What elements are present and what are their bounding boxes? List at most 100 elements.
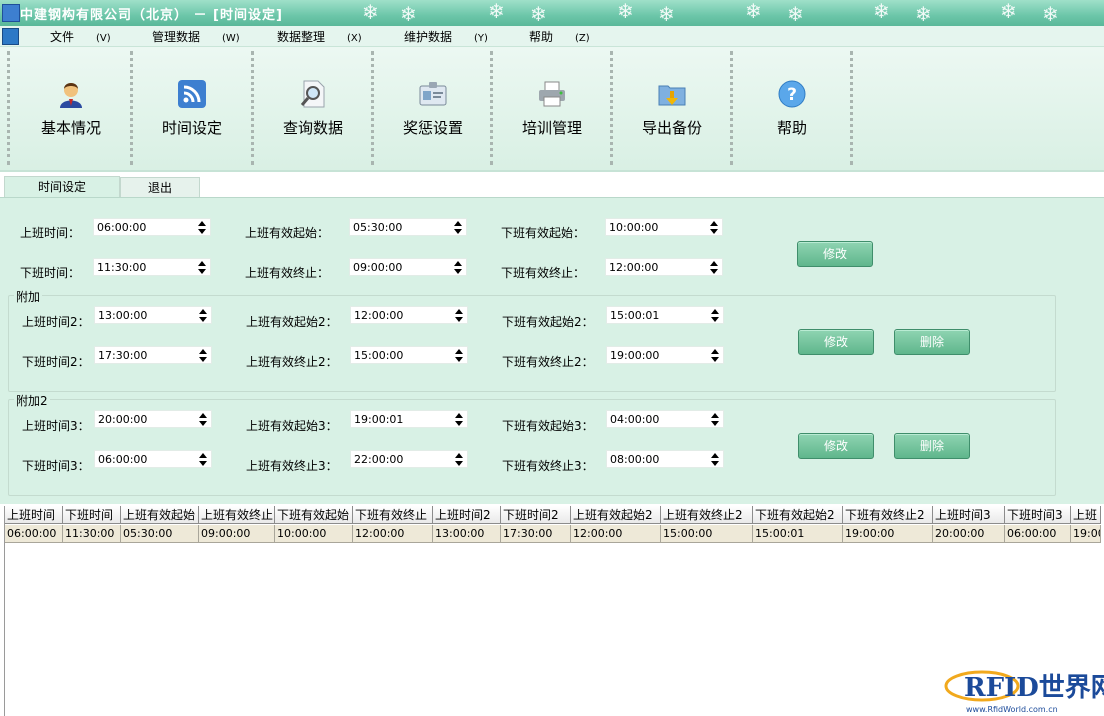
off-valid-end-3-spinner[interactable]: 08:00:00 — [606, 450, 724, 468]
spinner-arrows-icon[interactable] — [198, 260, 206, 275]
grid-cell[interactable]: 05:30:00 — [121, 525, 199, 543]
grid-cell[interactable]: 15:00:00 — [661, 525, 753, 543]
grid-cell[interactable]: 11:30:00 — [63, 525, 121, 543]
grid-cell[interactable]: 12:00:00 — [353, 525, 433, 543]
grid-column-header[interactable]: 上班 — [1071, 506, 1101, 524]
grid-column-header[interactable]: 上班有效起始2 — [571, 506, 661, 524]
grid-cell[interactable]: 13:00:00 — [433, 525, 501, 543]
spinner-arrows-icon[interactable] — [454, 260, 462, 275]
grid-cell[interactable]: 06:00:00 — [5, 525, 63, 543]
title-bar[interactable]: 中建钢构有限公司（北京） － [时间设定] ❄ ❄ ❄ ❄ ❄ ❄ ❄ ❄ ❄ … — [0, 0, 1104, 26]
spinner-arrows-icon[interactable] — [710, 220, 718, 235]
time-data-grid[interactable]: 上班时间 下班时间 上班有效起始 上班有效终止 下班有效起始 下班有效终止 上班时间2 下班时… — [4, 506, 1104, 716]
grid-column-header[interactable]: 下班有效终止 — [353, 506, 433, 524]
grid-cell[interactable]: 10:00:00 — [275, 525, 353, 543]
grid-column-header[interactable]: 上班时间2 — [433, 506, 501, 524]
on-time-spinner[interactable]: 06:00:00 — [93, 218, 211, 236]
spinner-arrows-icon[interactable] — [199, 308, 207, 323]
spinner-arrows-icon[interactable] — [455, 452, 463, 467]
grid-column-header[interactable]: 上班时间3 — [933, 506, 1005, 524]
menu-maintain-data[interactable]: 维护数据 (Y) — [404, 28, 488, 44]
off-valid-end-2-spinner[interactable]: 19:00:00 — [606, 346, 724, 364]
grid-column-header[interactable]: 下班时间2 — [501, 506, 571, 524]
grid-column-header[interactable]: 上班有效终止2 — [661, 506, 753, 524]
spinner-arrows-icon[interactable] — [711, 308, 719, 323]
toolbar-button-reward-setting[interactable]: 奖惩设置 — [374, 47, 492, 167]
off-time-3-spinner[interactable]: 06:00:00 — [94, 450, 212, 468]
tab-exit[interactable]: 退出 — [120, 177, 200, 198]
spinner-arrows-icon[interactable] — [198, 220, 206, 235]
toolbar-button-help[interactable]: ? 帮助 — [733, 47, 851, 167]
label-off-valid-start: 下班有效起始： — [501, 226, 586, 240]
grid-cell[interactable]: 19:00 — [1071, 525, 1101, 543]
folder-download-icon — [658, 85, 686, 106]
delete-button-2[interactable]: 删除 — [894, 329, 970, 355]
grid-column-header[interactable]: 下班有效终止2 — [843, 506, 933, 524]
toolbar-separator — [850, 51, 853, 165]
on-time-3-spinner[interactable]: 20:00:00 — [94, 410, 212, 428]
on-valid-end-2-spinner[interactable]: 15:00:00 — [350, 346, 468, 364]
grid-cell[interactable]: 09:00:00 — [199, 525, 275, 543]
on-valid-start-spinner[interactable]: 05:30:00 — [349, 218, 467, 236]
spinner-arrows-icon[interactable] — [199, 452, 207, 467]
grid-column-header[interactable]: 下班时间 — [63, 506, 121, 524]
spinner-arrows-icon[interactable] — [199, 348, 207, 363]
on-time-2-spinner[interactable]: 13:00:00 — [94, 306, 212, 324]
off-valid-end-spinner[interactable]: 12:00:00 — [605, 258, 723, 276]
group-extra-title: 附加 — [14, 288, 43, 305]
grid-column-header[interactable]: 上班时间 — [5, 506, 63, 524]
spinner-arrows-icon[interactable] — [455, 412, 463, 427]
modify-button[interactable]: 修改 — [797, 241, 873, 267]
on-valid-end-spinner[interactable]: 09:00:00 — [349, 258, 467, 276]
off-valid-start-spinner[interactable]: 10:00:00 — [605, 218, 723, 236]
spinner-arrows-icon[interactable] — [711, 452, 719, 467]
menu-file[interactable]: 文件 (V) — [50, 28, 111, 44]
delete-button-3[interactable]: 删除 — [894, 433, 970, 459]
off-valid-start-3-spinner[interactable]: 04:00:00 — [606, 410, 724, 428]
modify-button-2[interactable]: 修改 — [798, 329, 874, 355]
group-extra-2-title: 附加2 — [14, 392, 50, 409]
menu-help[interactable]: 帮助 (Z) — [529, 28, 590, 44]
toolbar-button-export-backup[interactable]: 导出备份 — [613, 47, 731, 167]
modify-button-3[interactable]: 修改 — [798, 433, 874, 459]
label-off-valid-end: 下班有效终止： — [501, 266, 586, 280]
menu-organize-data[interactable]: 数据整理 (X) — [277, 28, 362, 44]
tab-time-setting[interactable]: 时间设定 — [4, 176, 120, 199]
toolbar-button-basic-info[interactable]: 基本情况 — [12, 47, 130, 167]
spinner-arrows-icon[interactable] — [711, 348, 719, 363]
grid-column-header[interactable]: 下班有效起始2 — [753, 506, 843, 524]
app-icon — [2, 4, 20, 22]
grid-cell[interactable]: 20:00:00 — [933, 525, 1005, 543]
snowflake-icon: ❄ — [400, 2, 417, 26]
toolbar-button-time-setting[interactable]: 时间设定 — [133, 47, 251, 167]
spinner-arrows-icon[interactable] — [199, 412, 207, 427]
grid-column-header[interactable]: 上班有效起始 — [121, 506, 199, 524]
grid-column-header[interactable]: 下班有效起始 — [275, 506, 353, 524]
grid-column-header[interactable]: 上班有效终止 — [199, 506, 275, 524]
spinner-arrows-icon[interactable] — [711, 412, 719, 427]
toolbar-button-training[interactable]: 培训管理 — [493, 47, 611, 167]
toolbar-button-label: 查询数据 — [282, 119, 343, 137]
spinner-arrows-icon[interactable] — [455, 308, 463, 323]
grid-cell[interactable]: 06:00:00 — [1005, 525, 1071, 543]
off-time-2-spinner[interactable]: 17:30:00 — [94, 346, 212, 364]
spinner-arrows-icon[interactable] — [455, 348, 463, 363]
spinner-arrows-icon[interactable] — [454, 220, 462, 235]
grid-cell[interactable]: 19:00:00 — [843, 525, 933, 543]
snowflake-icon: ❄ — [488, 0, 505, 23]
grid-cell[interactable]: 15:00:01 — [753, 525, 843, 543]
toolbar-button-label: 奖惩设置 — [402, 119, 463, 137]
on-valid-start-2-spinner[interactable]: 12:00:00 — [350, 306, 468, 324]
on-valid-end-3-spinner[interactable]: 22:00:00 — [350, 450, 468, 468]
grid-column-header[interactable]: 下班时间3 — [1005, 506, 1071, 524]
grid-cell[interactable]: 12:00:00 — [571, 525, 661, 543]
toolbar-button-query-data[interactable]: 查询数据 — [254, 47, 372, 167]
grid-cell[interactable]: 17:30:00 — [501, 525, 571, 543]
spinner-arrows-icon[interactable] — [710, 260, 718, 275]
menu-manage-data[interactable]: 管理数据 (W) — [152, 28, 240, 44]
on-valid-start-3-spinner[interactable]: 19:00:01 — [350, 410, 468, 428]
off-time-spinner[interactable]: 11:30:00 — [93, 258, 211, 276]
off-valid-start-2-spinner[interactable]: 15:00:01 — [606, 306, 724, 324]
mdi-window-icon[interactable] — [2, 28, 19, 45]
snowflake-icon: ❄ — [873, 0, 890, 23]
